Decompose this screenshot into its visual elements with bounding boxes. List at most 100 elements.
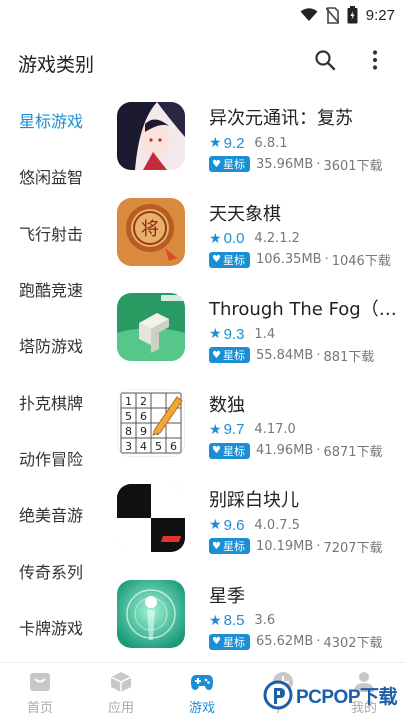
svg-text:3: 3	[125, 440, 132, 453]
separator: ·	[316, 347, 321, 363]
status-time: 9:27	[365, 6, 395, 24]
more-options-icon[interactable]	[363, 48, 387, 72]
game-size: 65.62MB	[255, 634, 314, 649]
nav-label: 应用	[107, 701, 134, 716]
sidebar-item-label: 悠闲益智	[19, 168, 84, 188]
heart-icon: ♥	[212, 445, 221, 456]
sidebar-item-parkour-racing[interactable]: 跑酷竞速	[0, 261, 102, 317]
watermark-text: PCPOP下载	[295, 686, 398, 708]
game-icon-piano-tiles	[117, 484, 185, 552]
game-size: 106.35MB	[255, 252, 322, 267]
game-title: 数独	[209, 394, 245, 416]
sidebar-item-poker-chess[interactable]: 扑克棋牌	[0, 373, 102, 429]
battery-icon	[347, 6, 358, 24]
sidebar-item-label: 扑克棋牌	[19, 393, 84, 413]
star-icon: ★	[209, 230, 222, 247]
star-badge: ♥ 星标	[209, 156, 250, 172]
separator: ·	[316, 443, 321, 458]
sidebar-item-action-adventure[interactable]: 动作冒险	[0, 430, 102, 486]
game-downloads: 6871下载	[323, 445, 383, 460]
game-version: 4.17.0	[254, 422, 296, 437]
sidebar-item-label: 动作冒险	[19, 449, 84, 469]
svg-text:8: 8	[125, 425, 132, 438]
sidebar-item-label: 绝美音游	[19, 506, 84, 526]
game-downloads: 7207下载	[323, 540, 383, 556]
sidebar-item-label: 跑酷竞速	[19, 281, 84, 301]
sidebar-item-label: 飞行射击	[19, 224, 84, 244]
wifi-icon	[300, 8, 318, 21]
game-list-item[interactable]: 异次元通讯：复苏 ★ 9.2 6.8.1 ♥ 星标 35.96MB · 3601下…	[117, 102, 405, 198]
svg-text:9: 9	[140, 425, 147, 438]
game-version: 6.8.1	[254, 135, 288, 151]
sidebar-item-label: 传奇系列	[19, 562, 84, 582]
star-icon: ★	[209, 326, 222, 342]
sidebar-item-tower-defense[interactable]: 塔防游戏	[0, 317, 102, 373]
game-version: 4.2.1.2	[254, 231, 300, 246]
game-rating: 9.6	[223, 516, 245, 534]
game-downloads: 4302下载	[323, 636, 383, 651]
star-badge: ♥ 星标	[209, 538, 250, 554]
star-badge: ♥ 星标	[209, 442, 250, 459]
sidebar-item-casual-puzzle[interactable]: 悠闲益智	[0, 148, 102, 204]
star-icon: ★	[209, 517, 222, 533]
game-size: 55.84MB	[255, 347, 314, 363]
sidebar-item-label: 星标游戏	[19, 112, 84, 132]
game-icon-anime-girl	[117, 102, 185, 170]
svg-text:6: 6	[140, 410, 147, 423]
game-list-item[interactable]: 将 天天象棋 ★ 0.0 4.2.1.2 ♥ 星标 106.35MB · 1046…	[117, 197, 405, 294]
separator: ·	[316, 156, 321, 172]
game-title: 星季	[209, 585, 245, 607]
home-icon	[30, 673, 50, 691]
game-title: 天天象棋	[209, 203, 281, 225]
separator: ·	[316, 538, 321, 554]
sidebar-item-flight-shooting[interactable]: 飞行射击	[0, 205, 102, 261]
sidebar-item-star-games[interactable]: 星标游戏	[0, 92, 102, 148]
svg-text:6: 6	[170, 440, 177, 453]
nav-games[interactable]: 游戏	[172, 671, 232, 716]
badge-label: 星标	[222, 444, 245, 458]
svg-text:5: 5	[155, 440, 162, 453]
sidebar-item-legend-series[interactable]: 传奇系列	[0, 542, 102, 598]
game-rating: 9.3	[223, 325, 245, 343]
svg-text:5: 5	[125, 410, 132, 423]
game-list-item[interactable]: 星季 ★ 8.5 3.6 ♥ 星标 65.62MB · 4302下载	[117, 579, 405, 676]
heart-icon: ♥	[212, 636, 221, 647]
game-rating: 9.2	[223, 134, 245, 152]
star-icon: ★	[209, 421, 222, 438]
svg-text:4: 4	[140, 440, 147, 453]
game-rating: 0.0	[223, 230, 245, 247]
game-version: 4.0.7.5	[254, 517, 300, 533]
star-icon: ★	[209, 135, 222, 151]
game-list-item[interactable]: 12 56 897 3456 数独 ★ 9.7 4.17.0 ♥星标 41.96…	[117, 388, 405, 485]
game-list-item[interactable]: 别踩白块儿 ★ 9.6 4.0.7.5 ♥ 星标 10.19MB · 7207下载	[117, 484, 405, 580]
svg-text:将: 将	[141, 219, 159, 240]
cube-icon	[110, 672, 132, 692]
nav-label: 首页	[26, 701, 53, 716]
heart-icon: ♥	[212, 158, 221, 170]
badge-label: 星标	[222, 349, 245, 362]
game-title: 别踩白块儿	[209, 490, 299, 511]
sidebar-item-music-games[interactable]: 绝美音游	[0, 486, 102, 542]
game-size: 10.19MB	[255, 538, 314, 554]
game-icon-sudoku: 12 56 897 3456	[117, 388, 185, 457]
svg-text:1: 1	[125, 395, 132, 408]
game-icon-star-season	[117, 579, 185, 648]
game-rating: 8.5	[223, 612, 245, 629]
star-badge: ♥ 星标	[209, 347, 250, 363]
sidebar-item-label: 卡牌游戏	[19, 618, 84, 638]
sidebar-item-card-games[interactable]: 卡牌游戏	[0, 599, 102, 655]
game-title: Through The Fog（穿越迷雾）	[209, 299, 399, 320]
game-rating: 9.7	[223, 421, 245, 438]
category-sidebar: 星标游戏 悠闲益智 飞行射击 跑酷竞速 塔防游戏 扑克棋牌 动作冒险 绝美音游 …	[0, 92, 102, 655]
star-badge: ♥ 星标	[209, 633, 250, 650]
game-downloads: 881下载	[323, 349, 375, 365]
game-list-item[interactable]: Through The Fog（穿越迷雾） ★ 9.3 1.4 ♥星标 55.8…	[117, 293, 405, 389]
badge-label: 星标	[222, 540, 245, 553]
nav-home[interactable]: 首页	[10, 671, 70, 716]
search-icon[interactable]	[313, 48, 337, 72]
heart-icon: ♥	[212, 349, 221, 361]
nav-apps[interactable]: 应用	[91, 671, 151, 716]
game-icon-through-the-fog	[117, 293, 185, 361]
game-title: 异次元通讯：复苏	[209, 108, 353, 129]
game-size: 35.96MB	[255, 156, 314, 172]
